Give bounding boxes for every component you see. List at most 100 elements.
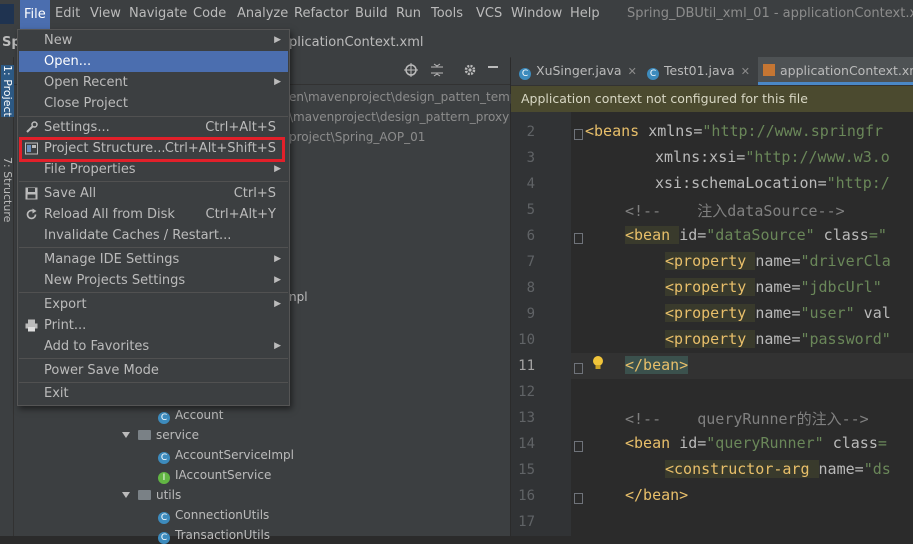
menu-item-exit[interactable]: Exit (19, 383, 288, 404)
menu-bar: File Edit View Navigate Code Analyze Ref… (0, 0, 913, 30)
line-number: 8 (526, 280, 535, 296)
code-line: </bean> (625, 486, 689, 504)
menu-tools[interactable]: Tools (431, 6, 463, 21)
menu-vcs[interactable]: VCS (476, 6, 502, 21)
menu-item-print[interactable]: Print... (19, 315, 288, 336)
gear-icon[interactable] (463, 63, 477, 77)
menu-analyze[interactable]: Analyze (237, 6, 288, 21)
close-icon[interactable]: ✕ (741, 65, 750, 78)
tree-item-utils[interactable]: utils (122, 488, 181, 502)
lightbulb-icon[interactable] (592, 355, 604, 371)
close-icon[interactable]: ✕ (628, 65, 637, 78)
tree-item-label: Account (175, 408, 224, 422)
line-number: 12 (518, 384, 535, 400)
menu-item-settings[interactable]: Settings... Ctrl+Alt+S (19, 117, 288, 138)
left-tool-stripe: 1: Project 7: Structure (0, 57, 14, 536)
code-line: <beans xmlns="http://www.springfr (585, 122, 884, 140)
code-line: <property name="user" val (665, 304, 891, 322)
fold-marker-icon[interactable] (574, 363, 583, 374)
code-line: <constructor-arg name="ds (665, 460, 891, 478)
line-number: 7 (526, 254, 535, 270)
menu-code[interactable]: Code (193, 6, 226, 21)
crosshair-icon[interactable] (404, 63, 418, 77)
tree-item-label: TransactionUtils (175, 528, 271, 542)
menu-help[interactable]: Help (570, 6, 600, 21)
menu-item-add-to-favorites[interactable]: Add to Favorites ▶ (19, 336, 288, 357)
expand-arrow-icon[interactable] (122, 432, 130, 438)
menu-item-export[interactable]: Export ▶ (19, 294, 288, 315)
line-number: 5 (526, 202, 535, 218)
file-crumb[interactable]: plicationContext.xml (289, 35, 424, 50)
submenu-arrow-icon: ▶ (274, 275, 281, 285)
line-number: 15 (518, 462, 535, 478)
interface-icon: I (158, 472, 170, 484)
code-line: <!-- queryRunner的注入--> (625, 410, 869, 428)
line-number: 10 (518, 332, 535, 348)
menu-item-open-recent[interactable]: Open Recent ▶ (19, 72, 288, 93)
tree-item-connectionutils[interactable]: C ConnectionUtils (158, 508, 269, 524)
current-line-highlight (571, 353, 913, 379)
menu-item-open[interactable]: Open... (19, 51, 288, 72)
menu-edit[interactable]: Edit (55, 6, 80, 21)
menu-item-power-save-mode[interactable]: Power Save Mode (19, 360, 288, 381)
code-line: <bean id="queryRunner" class= (625, 434, 887, 452)
line-number: 11 (518, 358, 535, 374)
menu-item-new-projects-settings[interactable]: New Projects Settings ▶ (19, 270, 288, 291)
menu-window[interactable]: Window (511, 6, 562, 21)
app-logo-icon (0, 4, 14, 24)
submenu-arrow-icon: ▶ (274, 164, 281, 174)
menu-item-close-project[interactable]: Close Project (19, 93, 288, 114)
line-number: 2 (526, 124, 535, 140)
line-number: 13 (518, 410, 535, 426)
menu-run[interactable]: Run (396, 6, 421, 21)
menu-separator (19, 247, 288, 248)
menu-refactor[interactable]: Refactor (294, 6, 349, 21)
menu-view[interactable]: View (90, 6, 121, 21)
save-icon (25, 187, 38, 200)
menu-item-save-all[interactable]: Save All Ctrl+S (19, 183, 288, 204)
code-line: <property name="password" (665, 330, 891, 348)
tree-item-label: IAccountService (175, 468, 272, 482)
banner-text: Application context not configured for t… (521, 91, 808, 106)
tree-item-iaccountservice[interactable]: I IAccountService (158, 468, 271, 484)
fold-marker-icon[interactable] (574, 233, 583, 244)
tab-label: XuSinger.java (536, 63, 622, 78)
project-tool-button[interactable]: 1: Project (1, 65, 14, 117)
menu-separator (19, 358, 288, 359)
fold-marker-icon[interactable] (574, 441, 583, 452)
submenu-arrow-icon: ▶ (274, 341, 281, 351)
menu-item-manage-ide-settings[interactable]: Manage IDE Settings ▶ (19, 249, 288, 270)
expand-arrow-icon[interactable] (122, 492, 130, 498)
module-path: project\Spring_AOP_01 (289, 130, 426, 144)
module-path: en\mavenproject\design_patten_templ (289, 90, 521, 104)
tree-item-accountserviceimpl[interactable]: C AccountServiceImpl (158, 448, 294, 464)
tab-applicationcontext[interactable]: applicationContext.xml (758, 57, 913, 85)
tree-item-fragment[interactable]: npl (289, 290, 308, 304)
line-number: 9 (526, 306, 535, 322)
submenu-arrow-icon: ▶ (274, 35, 281, 45)
tab-xusinger[interactable]: C XuSinger.java ✕ (519, 57, 637, 85)
menu-navigate[interactable]: Navigate (129, 6, 187, 21)
menu-item-new[interactable]: New ▶ (19, 30, 288, 51)
menu-item-reload-all[interactable]: Reload All from Disk Ctrl+Alt+Y (19, 204, 288, 225)
menu-file[interactable]: File (20, 0, 50, 29)
module-path: \mavenproject\design_pattern_proxy (289, 110, 510, 124)
menu-item-file-properties[interactable]: File Properties ▶ (19, 159, 288, 180)
fold-marker-icon[interactable] (574, 129, 583, 140)
menu-build[interactable]: Build (355, 6, 388, 21)
code-line: xmlns:xsi="http://www.w3.o (655, 148, 890, 166)
code-line: <property name="jdbcUrl" (665, 278, 882, 296)
tab-test01[interactable]: C Test01.java ✕ (647, 57, 750, 85)
tree-item-transactionutils[interactable]: C TransactionUtils (158, 528, 270, 544)
tree-item-account[interactable]: C Account (158, 408, 223, 424)
fold-marker-icon[interactable] (574, 493, 583, 504)
xml-file-icon (763, 64, 775, 76)
tab-label: applicationContext.xml (780, 63, 913, 78)
reload-icon (26, 208, 37, 220)
menu-item-invalidate-caches[interactable]: Invalidate Caches / Restart... (19, 225, 288, 246)
context-warning-banner: Application context not configured for t… (511, 86, 913, 112)
minimize-icon[interactable] (488, 66, 498, 68)
tree-item-service[interactable]: service (122, 428, 199, 442)
structure-tool-button[interactable]: 7: Structure (1, 157, 14, 222)
collapse-icon[interactable] (430, 63, 444, 77)
